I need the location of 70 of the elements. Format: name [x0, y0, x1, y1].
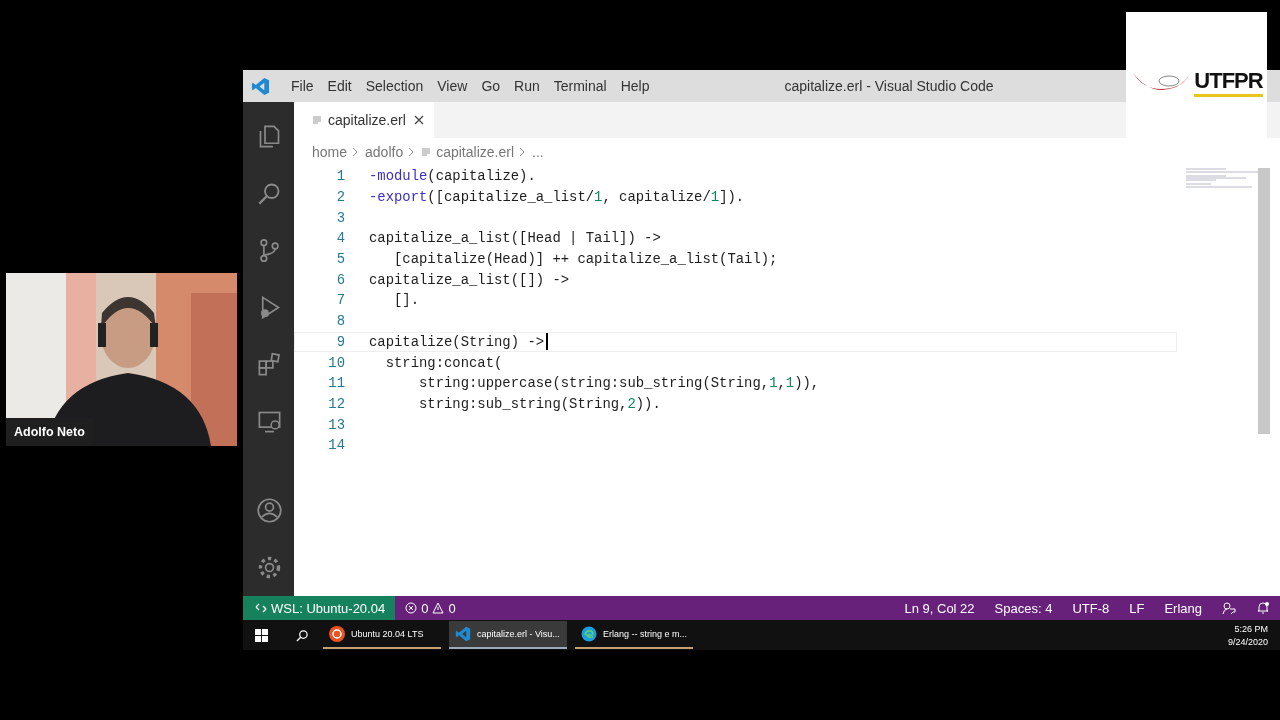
line-number: 4 [335, 230, 346, 247]
browser-icon [581, 626, 597, 642]
file-lines-icon [421, 147, 432, 157]
chevron-icon [519, 147, 525, 157]
minimap [1186, 168, 1258, 188]
taskbar-app[interactable]: Ubuntu 20.04 LTS [323, 621, 441, 649]
code-line: string:sub_string(String,2)). [418, 395, 661, 412]
breadcrumb-item[interactable]: capitalize.erl [436, 144, 514, 160]
code-line: -module(capitalize). [369, 168, 536, 185]
clock-date: 9/24/2020 [1227, 636, 1268, 647]
menu-item[interactable]: File [284, 78, 321, 94]
code-editor-logo-icon [455, 626, 471, 642]
settings-icon[interactable] [256, 554, 283, 581]
line-number: 6 [335, 271, 346, 288]
scrollbar[interactable] [1258, 168, 1270, 434]
menu-item[interactable]: Terminal [546, 78, 614, 94]
menu-item[interactable]: Go [474, 78, 508, 94]
window-title: capitalize.erl - Visual Studio Code [784, 78, 994, 94]
menu-item[interactable]: Edit [320, 78, 359, 94]
search-icon[interactable] [296, 628, 309, 642]
clock-time: 5:26 PM [1234, 623, 1268, 634]
chevron-icon [408, 147, 415, 157]
code-line: -export([capitalize_a_list/1, capitalize/1]). [369, 189, 745, 206]
line-number: 3 [335, 209, 346, 226]
bell-icon[interactable] [1256, 601, 1270, 615]
problems-indicator[interactable]: 0 0 [395, 600, 466, 616]
menu-item[interactable]: Selection [358, 78, 431, 94]
taskbar-app[interactable]: capitalize.erl - Visu... [449, 621, 567, 649]
line-number: 1 [335, 168, 346, 185]
line-number: 7 [335, 292, 346, 309]
menu-item[interactable]: View [430, 78, 475, 94]
status-item[interactable]: Erlang [1154, 600, 1212, 616]
feedback-icon[interactable] [1222, 601, 1236, 615]
line-number: 13 [327, 416, 346, 433]
text-cursor [546, 333, 548, 351]
account-icon[interactable] [256, 497, 283, 524]
code-line: capitalize_a_list([]) -> [369, 271, 570, 288]
code-line: string:concat( [384, 354, 503, 371]
code-line: capitalize_a_list([Head | Tail]) -> [369, 230, 661, 247]
line-number: 2 [335, 189, 346, 206]
taskbar-app[interactable]: Erlang -- string e m... [575, 621, 693, 649]
remote-indicator[interactable]: WSL: Ubuntu-20.04 [243, 596, 396, 620]
windows-start-icon[interactable] [255, 628, 268, 642]
breadcrumb-item[interactable]: home [312, 144, 348, 160]
ubuntu-icon [329, 626, 345, 642]
breadcrumb-item[interactable]: ... [532, 144, 544, 160]
code-line: [capitalize(Head)] ++ capitalize_a_list(Tail); [393, 251, 778, 268]
chevron-icon [352, 147, 359, 157]
line-number: 8 [335, 313, 346, 330]
line-number: 5 [335, 251, 346, 268]
breadcrumb-item[interactable]: adolfo [365, 144, 404, 160]
status-item[interactable]: Ln 9, Col 22 [894, 600, 985, 616]
line-number: 9 [335, 333, 346, 350]
status-item[interactable]: Spaces: 4 [984, 600, 1063, 616]
line-number: 11 [327, 375, 346, 392]
menu-item[interactable]: Run [507, 78, 547, 94]
line-number: 10 [327, 354, 346, 371]
close-icon[interactable] [413, 115, 424, 125]
file-lines-icon [312, 115, 322, 125]
line-number: 12 [327, 395, 346, 412]
code-line: []. [393, 292, 419, 309]
status-item[interactable]: LF [1119, 600, 1155, 616]
editor-tab[interactable]: capitalize.erl [294, 102, 434, 138]
status-item[interactable]: UTF-8 [1062, 600, 1120, 616]
menu-item[interactable]: Help [613, 78, 657, 94]
line-number: 14 [327, 437, 346, 454]
code-line: capitalize(String) -> [369, 333, 545, 350]
extensions-icon[interactable] [256, 351, 283, 378]
code-editor-logo-icon [251, 76, 270, 96]
code-line: string:uppercase(string:sub_string(String,1,1)), [418, 375, 820, 392]
